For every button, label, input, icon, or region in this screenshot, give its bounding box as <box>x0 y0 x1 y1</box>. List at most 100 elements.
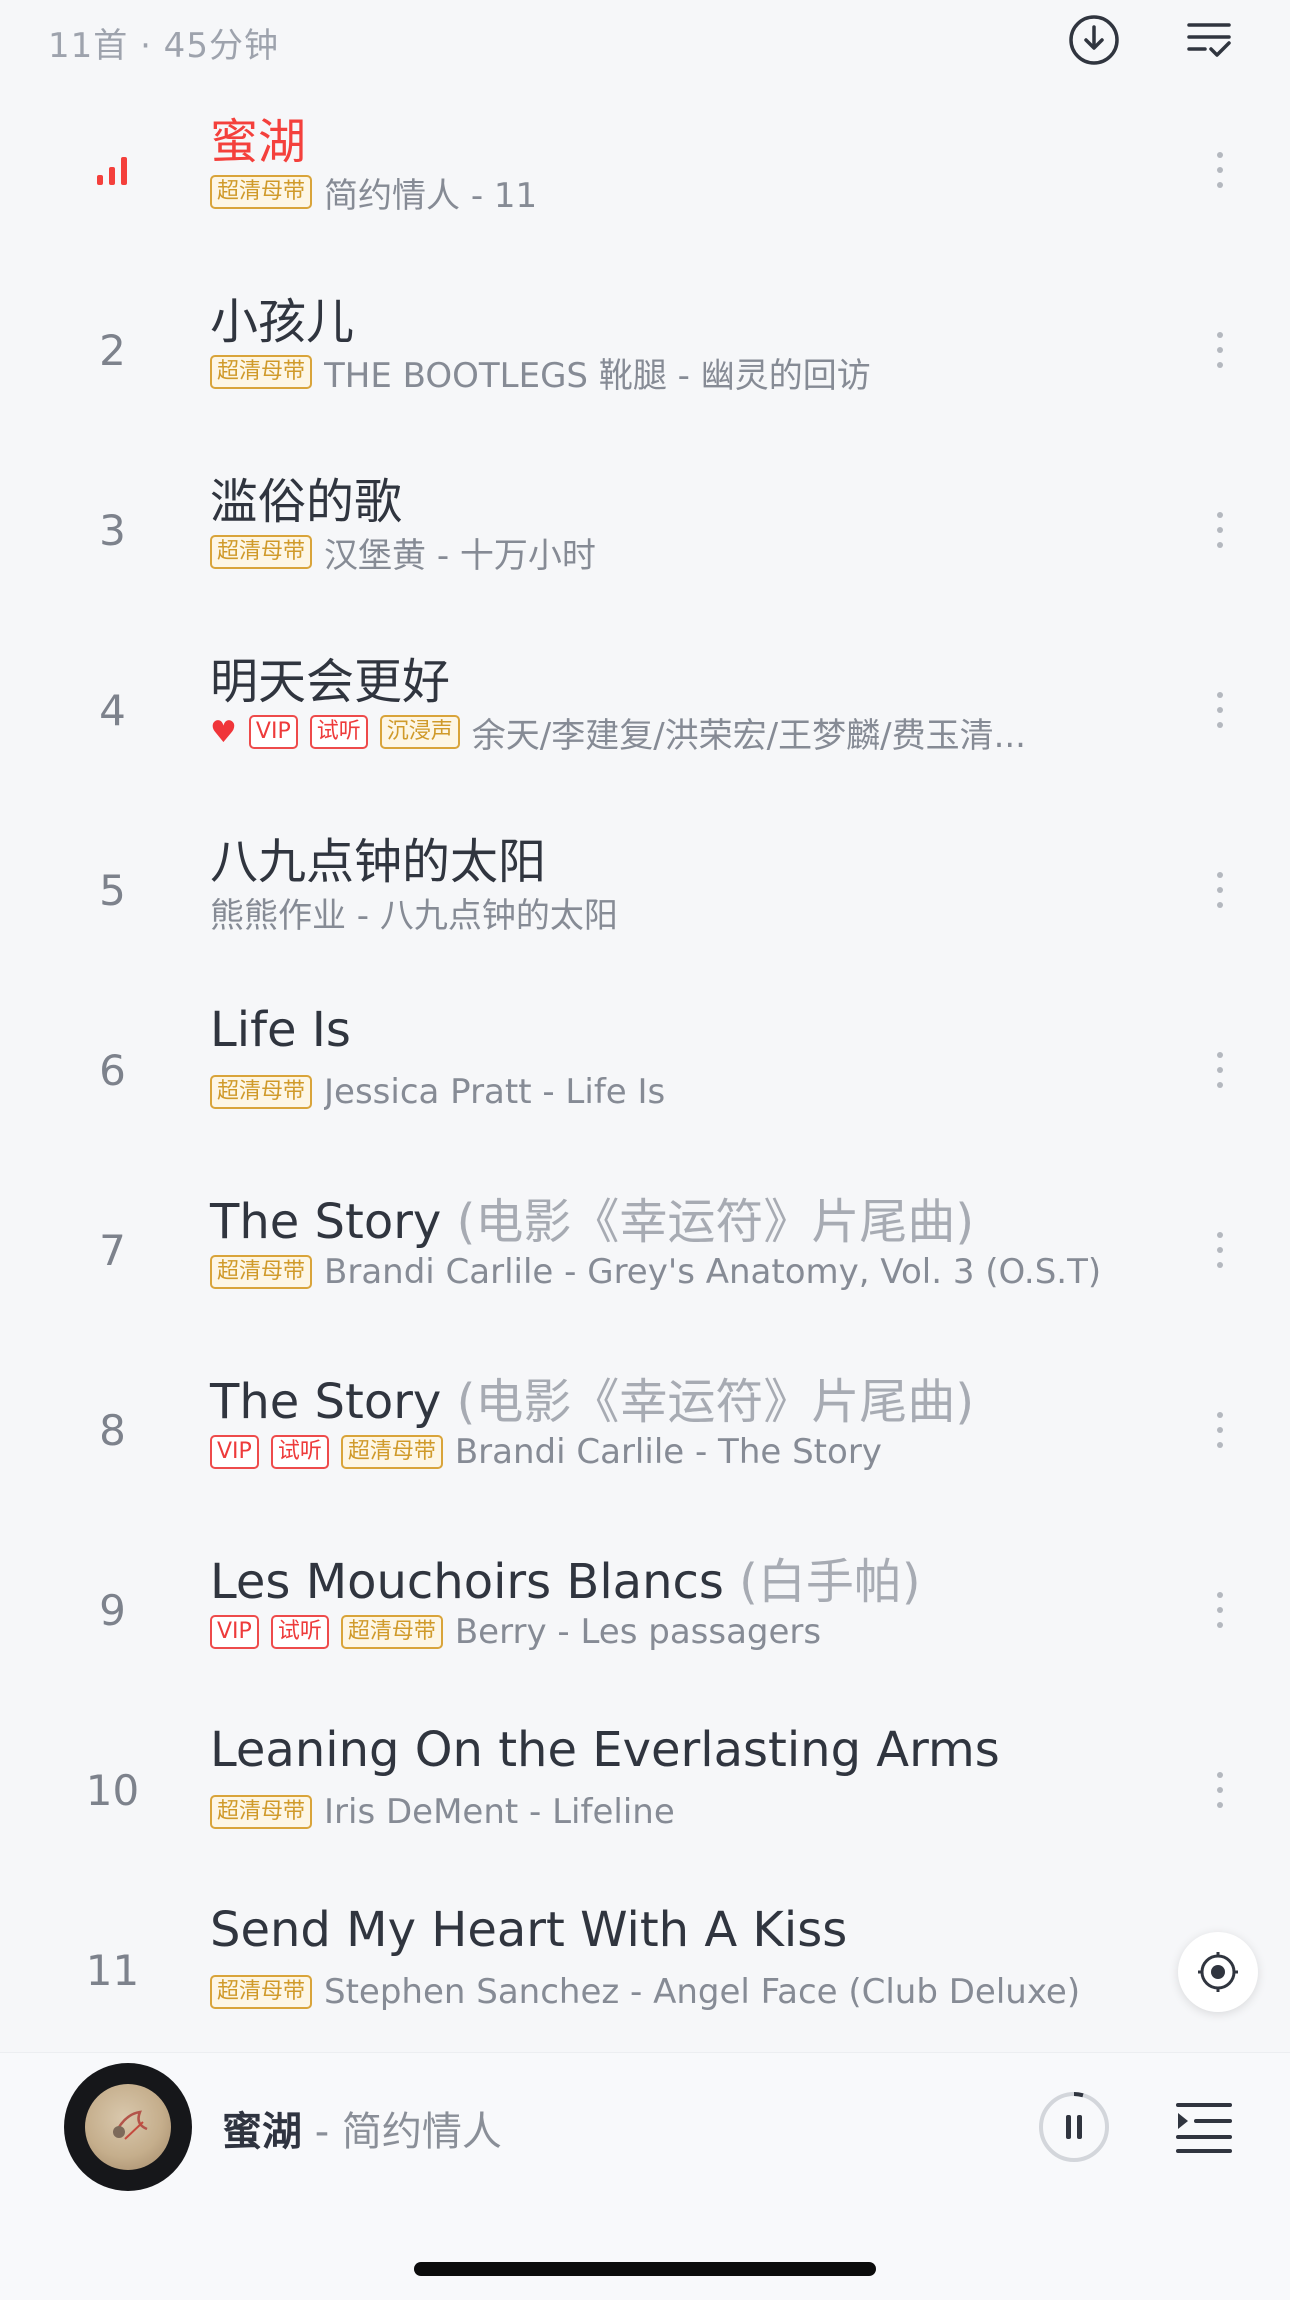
track-meta: 超清母带 Stephen Sanchez - Angel Face (Club D… <box>210 1970 1080 2014</box>
track-artist-album: 汉堡黄 - 十万小时 <box>324 535 596 575</box>
track-meta: 超清母带 汉堡黄 - 十万小时 <box>210 530 596 574</box>
locate-current-button[interactable] <box>1178 1932 1258 2012</box>
multi-select-icon <box>1187 23 1231 57</box>
now-playing-separator: - <box>302 2109 342 2155</box>
track-title-text: 滥俗的歌 <box>210 474 403 530</box>
track-title-text: 明天会更好 <box>210 654 451 710</box>
track-meta: ♥ VIP 试听 沉浸声 余天/李建复/洪荣宏/王梦麟/费玉清... <box>210 710 1026 755</box>
track-artist-album: 熊熊作业 - 八九点钟的太阳 <box>210 895 618 935</box>
track-title: 明天会更好 <box>210 642 450 712</box>
pause-icon <box>1039 2092 1109 2162</box>
locate-icon <box>1198 1952 1238 1992</box>
track-row[interactable]: 8 The Story (电影《幸运符》片尾曲) VIP 试听 超清母带 Brandi C… <box>0 1340 1290 1520</box>
download-button[interactable] <box>1064 10 1124 70</box>
track-title-text: Life Is <box>210 1002 351 1058</box>
track-meta: 超清母带 THE BOOTLEGS 靴腿 - 幽灵的回访 <box>210 350 871 394</box>
track-artist-album: THE BOOTLEGS 靴腿 - 幽灵的回访 <box>324 355 871 395</box>
quality-tag: 超清母带 <box>210 535 313 569</box>
track-meta: 超清母带 Iris DeMent - Lifeline <box>210 1790 675 1834</box>
track-summary: 11首 · 45分钟 <box>48 26 279 66</box>
track-title: The Story (电影《幸运符》片尾曲) <box>210 1182 974 1252</box>
track-index: 3 <box>99 505 126 555</box>
more-options-icon[interactable] <box>1200 500 1240 560</box>
track-artist-album: Berry - Les passagers <box>454 1612 822 1652</box>
track-title-text: Leaning On the Everlasting Arms <box>210 1722 1000 1778</box>
more-options-icon[interactable] <box>1200 680 1240 740</box>
track-row[interactable]: 4 明天会更好 ♥ VIP 试听 沉浸声 余天/李建复/洪荣宏/王梦麟/费玉清... <box>0 620 1290 800</box>
quality-tag: 超清母带 <box>210 1795 313 1829</box>
play-pause-button[interactable] <box>1034 2087 1114 2167</box>
album-disc[interactable] <box>64 2063 192 2191</box>
track-title-text: The Story <box>210 1194 457 1250</box>
track-title: 八九点钟的太阳 <box>210 822 546 892</box>
track-meta: 超清母带 Jessica Pratt - Life Is <box>210 1070 665 1114</box>
playlist-icon <box>1176 2103 1232 2153</box>
track-title: Les Mouchoirs Blancs (白手帕) <box>210 1542 921 1612</box>
quality-tag: 超清母带 <box>340 1615 443 1649</box>
track-row[interactable]: 10 Leaning On the Everlasting Arms 超清母带 Iri… <box>0 1700 1290 1880</box>
track-row[interactable]: 蜜湖 超清母带 简约情人 - 11 <box>0 80 1290 260</box>
track-row[interactable]: 2 小孩儿超清母带 THE BOOTLEGS 靴腿 - 幽灵的回访 <box>0 260 1290 440</box>
now-playing-song: 蜜湖 <box>222 2109 302 2155</box>
quality-tag: VIP <box>210 1615 259 1649</box>
quality-tag: 超清母带 <box>210 355 313 389</box>
track-artist-album: Stephen Sanchez - Angel Face (Club Delux… <box>324 1972 1081 2012</box>
track-artist-album: 余天/李建复/洪荣宏/王梦麟/费玉清... <box>471 715 1026 755</box>
track-title: The Story (电影《幸运符》片尾曲) <box>210 1362 974 1432</box>
track-title: Leaning On the Everlasting Arms <box>210 1722 1000 1778</box>
album-art <box>85 2084 171 2170</box>
now-playing-artist: 简约情人 <box>341 2109 502 2155</box>
track-row[interactable]: 11 Send My Heart With A Kiss 超清母带 Stephen S… <box>0 1880 1290 2060</box>
track-artist-album: Jessica Pratt - Life Is <box>324 1072 666 1112</box>
quality-tag: 试听 <box>270 1435 329 1469</box>
quality-tag: 超清母带 <box>340 1435 443 1469</box>
more-options-icon[interactable] <box>1200 1040 1240 1100</box>
track-alias: (白手帕) <box>739 1554 921 1610</box>
more-options-icon[interactable] <box>1200 1220 1240 1280</box>
track-index: 2 <box>99 325 126 375</box>
track-meta: VIP 试听 超清母带 Brandi Carlile - The Story <box>210 1430 882 1474</box>
track-index: 6 <box>99 1045 126 1095</box>
track-title-text: 八九点钟的太阳 <box>210 834 547 890</box>
more-options-icon[interactable] <box>1200 860 1240 920</box>
track-row[interactable]: 9 Les Mouchoirs Blancs (白手帕) VIP 试听 超清母带 Berr… <box>0 1520 1290 1700</box>
track-title: 滥俗的歌 <box>210 462 402 532</box>
more-options-icon[interactable] <box>1200 140 1240 200</box>
more-options-icon[interactable] <box>1200 1580 1240 1640</box>
quality-tag: VIP <box>248 715 298 749</box>
track-row[interactable]: 3 滥俗的歌 超清母带 汉堡黄 - 十万小时 <box>0 440 1290 620</box>
track-meta: 超清母带 简约情人 - 11 <box>210 170 537 214</box>
track-title-text: Les Mouchoirs Blancs <box>210 1554 740 1610</box>
heart-icon: ♥ <box>210 714 237 750</box>
track-title: Life Is <box>210 1002 351 1058</box>
quality-tag: VIP <box>210 1435 259 1469</box>
track-row[interactable]: 5 八九点钟的太阳 熊熊作业 - 八九点钟的太阳 <box>0 800 1290 980</box>
quality-tag: 超清母带 <box>210 1975 313 2009</box>
track-title-text: The Story <box>210 1374 457 1430</box>
track-row[interactable]: 7 The Story (电影《幸运符》片尾曲) 超清母带 Brandi Carlil… <box>0 1160 1290 1340</box>
track-artist-album: Brandi Carlile - The Story <box>454 1432 882 1472</box>
track-alias: (电影《幸运符》片尾曲) <box>456 1374 975 1430</box>
home-indicator[interactable] <box>414 2262 876 2276</box>
track-title-text: 蜜湖 <box>210 114 307 170</box>
track-artist-album: Iris DeMent - Lifeline <box>324 1792 675 1832</box>
multi-select-button[interactable] <box>1180 10 1240 70</box>
track-title: 小孩儿 <box>210 282 354 352</box>
download-icon <box>1069 15 1119 65</box>
list-header: 11首 · 45分钟 <box>0 0 1290 80</box>
track-meta: 熊熊作业 - 八九点钟的太阳 <box>210 890 618 935</box>
now-playing-text[interactable]: 蜜湖 - 简约情人 <box>222 2099 502 2157</box>
track-meta: 超清母带 Brandi Carlile - Grey's Anatomy, Vol… <box>210 1250 1101 1294</box>
more-options-icon[interactable] <box>1200 1400 1240 1460</box>
track-index: 7 <box>99 1225 126 1275</box>
track-row[interactable]: 6 Life Is 超清母带 Jessica Pratt - Life Is <box>0 980 1290 1160</box>
track-list: 蜜湖 超清母带 简约情人 - 11 2 小孩儿超清母带 THE BOOTLEGS 靴腿 -… <box>0 80 1290 2060</box>
track-index: 11 <box>85 1945 140 1995</box>
more-options-icon[interactable] <box>1200 320 1240 380</box>
more-options-icon[interactable] <box>1200 1760 1240 1820</box>
track-title-text: 小孩儿 <box>210 294 355 350</box>
quality-tag: 试听 <box>270 1615 329 1649</box>
quality-tag: 超清母带 <box>210 1255 313 1289</box>
track-index: 9 <box>99 1585 126 1635</box>
playlist-button[interactable] <box>1164 2087 1244 2167</box>
